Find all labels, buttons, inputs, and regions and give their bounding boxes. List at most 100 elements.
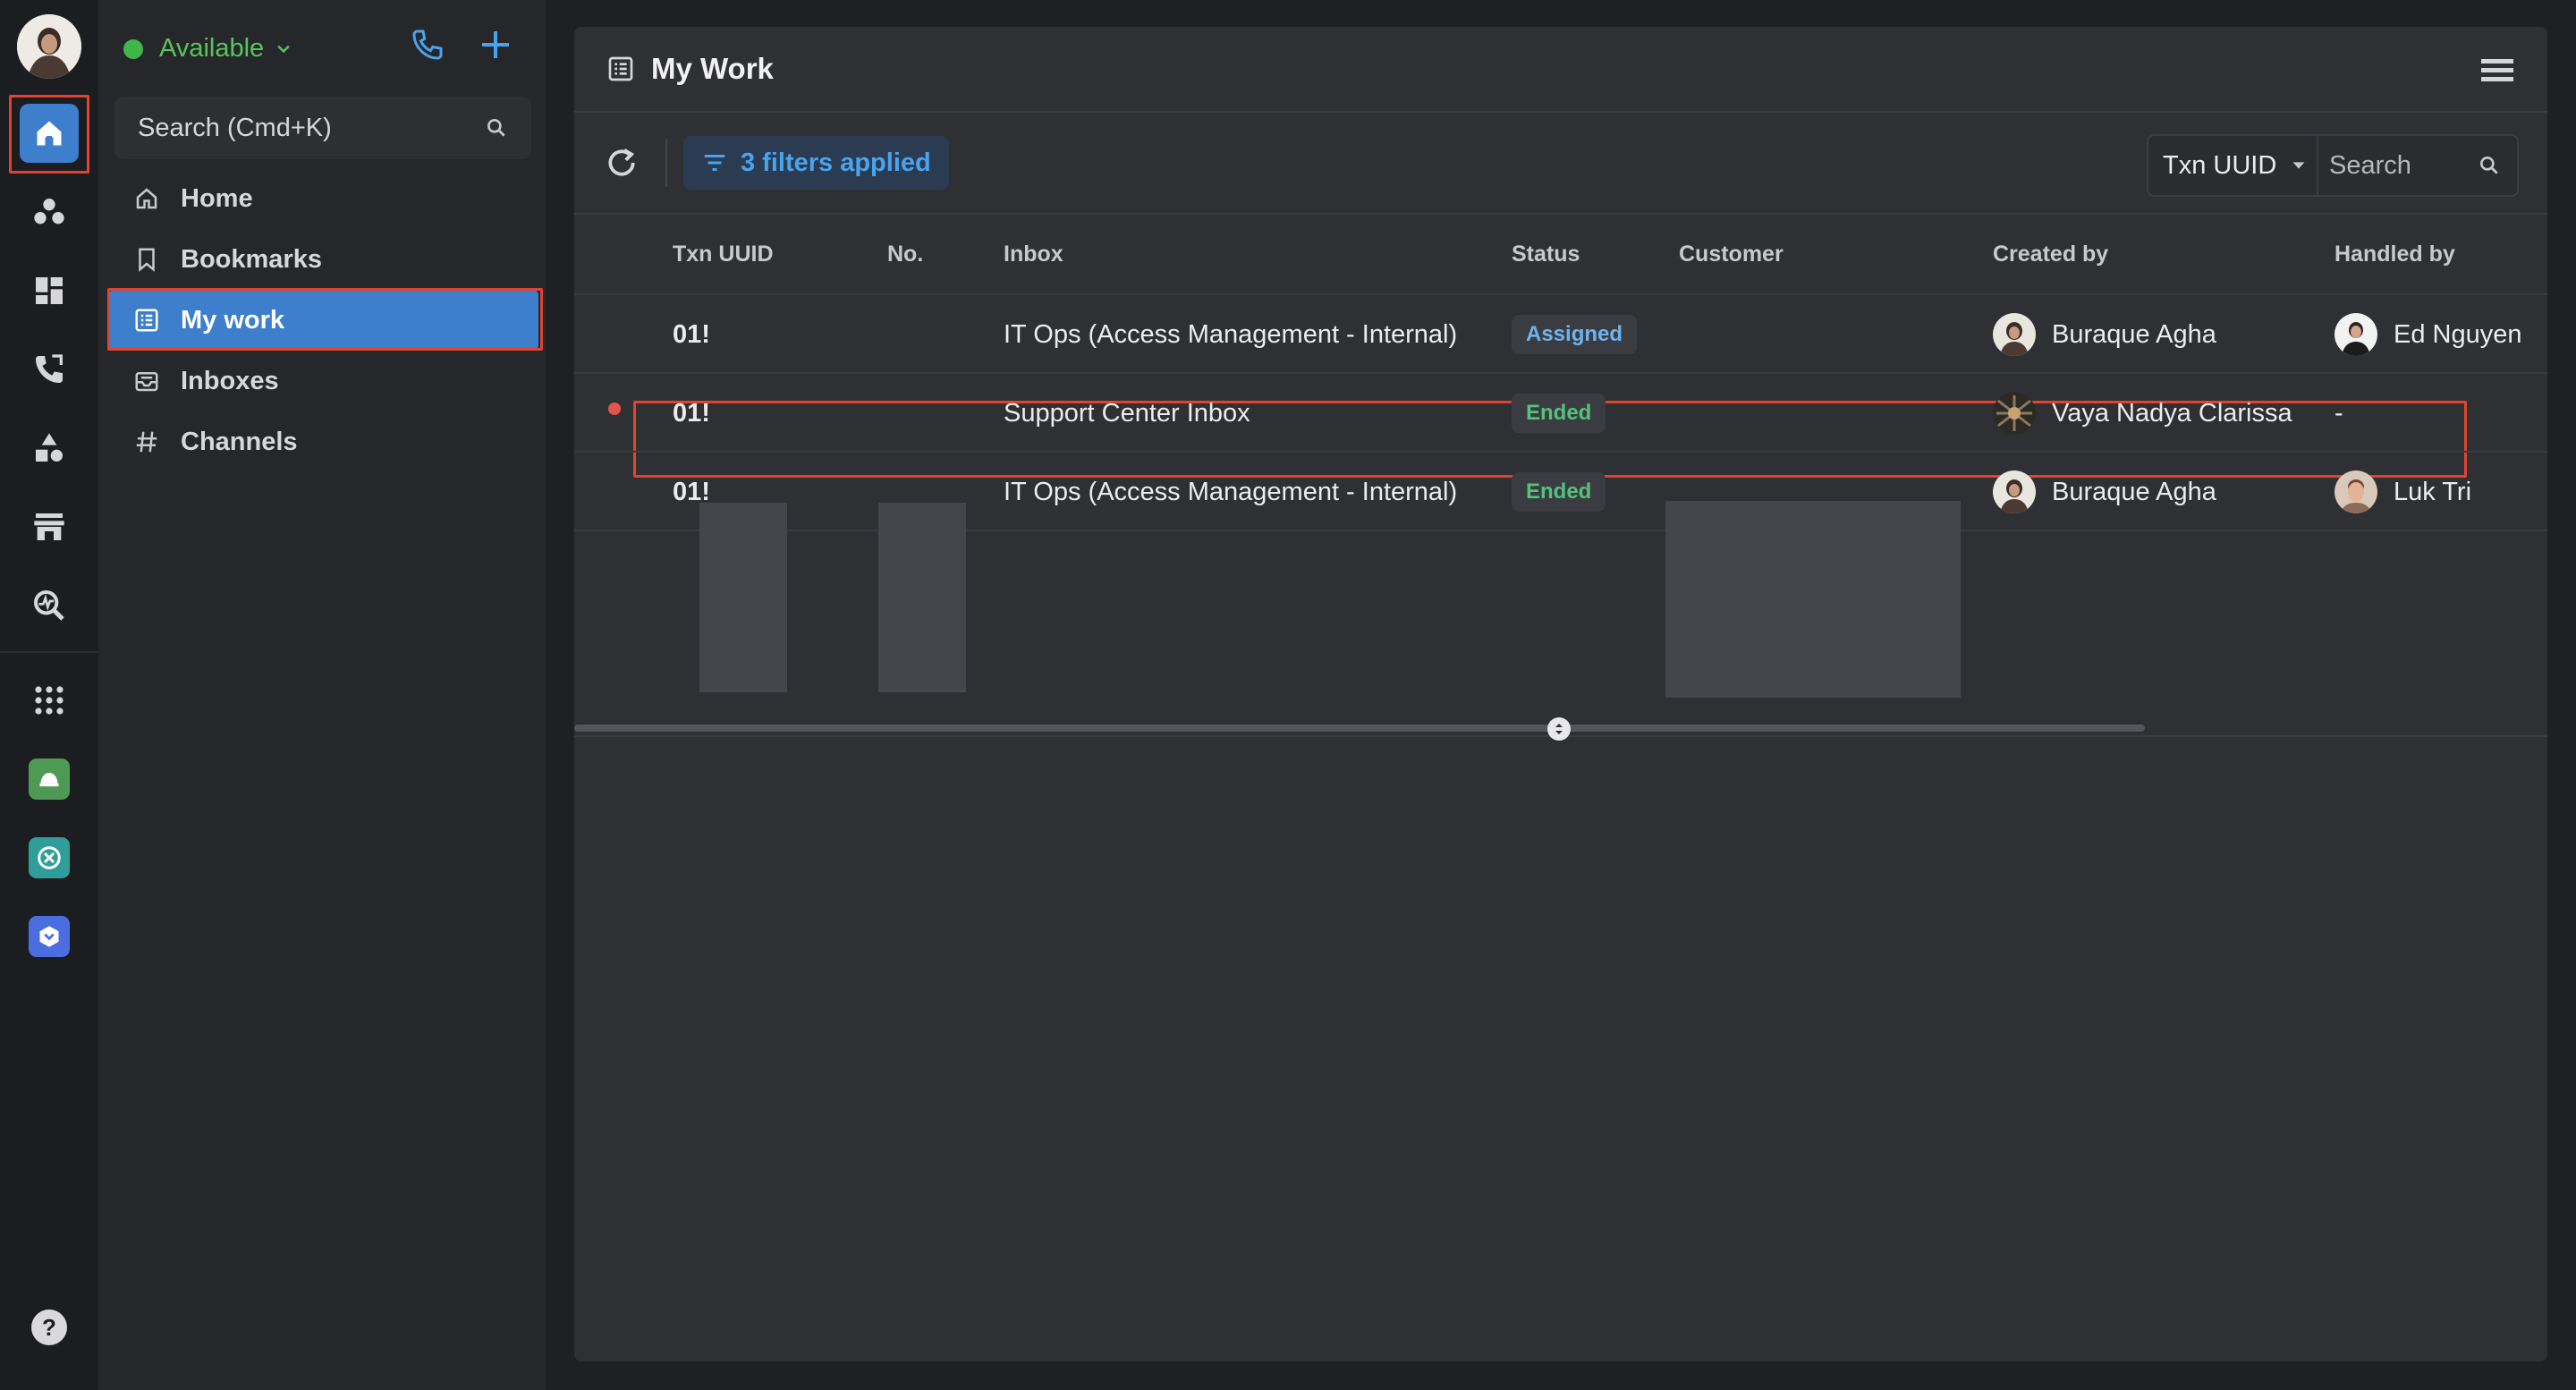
teal-app-icon — [38, 846, 61, 869]
table-header: Txn UUID No. Inbox Status Customer Creat… — [574, 215, 2547, 295]
sidebar-item-home[interactable]: Home — [109, 168, 538, 229]
phone-icon[interactable] — [410, 27, 445, 63]
filters-button[interactable]: 3 filters applied — [683, 136, 949, 190]
caret-down-icon — [2292, 162, 2305, 169]
teal-app-tile[interactable] — [29, 837, 70, 878]
sidebar-item-label: Inboxes — [181, 366, 279, 395]
search-icon — [2480, 157, 2498, 174]
sidebar-item-label: My work — [181, 305, 285, 335]
created-by-cell: Vaya Nadya Clarissa — [1993, 374, 2292, 453]
green-app-icon — [39, 773, 59, 787]
rail-store-button[interactable] — [20, 497, 79, 556]
status-dot — [123, 38, 143, 59]
availability-status[interactable]: Available — [123, 34, 292, 64]
rail-dashboard-button[interactable] — [20, 261, 79, 320]
txn-uuid-cell[interactable]: 01! — [673, 295, 710, 374]
filters-label: 3 filters applied — [741, 148, 931, 177]
horizontal-scrollbar[interactable] — [574, 725, 2145, 732]
redacted-number — [878, 503, 966, 692]
rail-apps-button[interactable] — [20, 671, 79, 730]
list-icon — [135, 309, 158, 332]
rail-analytics-button[interactable] — [20, 576, 79, 635]
column-header-customer[interactable]: Customer — [1679, 242, 1784, 267]
avatar — [1993, 470, 2036, 513]
created-by-cell: Buraque Agha — [1993, 453, 2216, 531]
page-title: My Work — [651, 52, 774, 85]
toolbar: 3 filters applied Txn UUID Search — [574, 113, 2547, 215]
resize-handle[interactable] — [1547, 717, 1571, 741]
column-header-txn-uuid[interactable]: Txn UUID — [673, 242, 774, 267]
contacts-icon — [34, 199, 64, 225]
app-rail: ? — [0, 0, 98, 1390]
txn-search-input[interactable]: Search — [2318, 151, 2517, 181]
inbox-icon — [135, 372, 158, 392]
table-row[interactable]: 01! IT Ops (Access Management - Internal… — [574, 453, 2547, 531]
column-header-handled-by[interactable]: Handled by — [2334, 242, 2455, 267]
home-outline-icon — [136, 188, 157, 209]
apps-grid-icon — [35, 686, 64, 715]
inbox-cell: IT Ops (Access Management - Internal) — [1004, 477, 1458, 506]
toolbar-divider — [665, 139, 667, 187]
search-placeholder: Search (Cmd+K) — [138, 113, 332, 142]
rail-contacts-button[interactable] — [20, 182, 79, 242]
inbox-cell: IT Ops (Access Management - Internal) — [1004, 319, 1458, 349]
txn-uuid-cell[interactable]: 01! — [673, 374, 710, 453]
refresh-icon[interactable] — [605, 146, 639, 180]
list-icon — [608, 56, 633, 81]
avatar — [2334, 313, 2377, 356]
sidebar-item-channels[interactable]: Channels — [109, 411, 538, 472]
bookmark-icon — [139, 248, 155, 272]
status-badge: Ended — [1512, 394, 1606, 433]
column-header-no[interactable]: No. — [887, 242, 923, 267]
hamburger-menu-icon[interactable] — [2479, 55, 2515, 86]
analytics-icon — [34, 590, 64, 621]
column-header-status[interactable]: Status — [1512, 242, 1580, 267]
help-button[interactable]: ? — [31, 1309, 67, 1345]
handled-by-name: Ed Nguyen — [2394, 319, 2522, 349]
column-header-inbox[interactable]: Inbox — [1004, 242, 1063, 267]
handled-by-cell: - — [2334, 374, 2343, 453]
created-by-cell: Buraque Agha — [1993, 295, 2216, 374]
main-panel: My Work 3 filters applied Txn UUID Searc… — [574, 27, 2547, 1361]
plus-icon[interactable] — [478, 27, 513, 63]
status-badge: Assigned — [1512, 315, 1638, 354]
sidebar: Available Search (Cmd+K) Home Bookmarks … — [98, 0, 546, 1390]
blue-app-icon — [39, 926, 59, 947]
redacted-customer — [1665, 501, 1961, 698]
created-by-name: Vaya Nadya Clarissa — [2052, 398, 2292, 428]
sidebar-item-bookmarks[interactable]: Bookmarks — [109, 229, 538, 290]
hash-icon — [136, 431, 157, 453]
resize-arrows-icon — [1555, 724, 1563, 734]
sidebar-search-input[interactable]: Search (Cmd+K) — [114, 97, 531, 159]
rail-shapes-button[interactable] — [20, 419, 79, 478]
rail-divider — [0, 651, 98, 653]
search-field-value: Txn UUID — [2163, 150, 2277, 180]
txn-search-box: Txn UUID Search — [2147, 134, 2519, 197]
created-by-name: Buraque Agha — [2052, 477, 2216, 506]
green-app-tile[interactable] — [29, 759, 70, 800]
column-header-created-by[interactable]: Created by — [1993, 242, 2108, 267]
shapes-icon — [36, 433, 63, 462]
rail-home-button[interactable] — [20, 104, 79, 163]
sidebar-item-label: Home — [181, 183, 253, 213]
sidebar-item-label: Bookmarks — [181, 244, 322, 274]
table-row[interactable]: 01! Support Center Inbox Ended Vaya Nady… — [574, 374, 2547, 453]
sidebar-item-my-work[interactable]: My work — [109, 290, 538, 351]
created-by-name: Buraque Agha — [2052, 319, 2216, 349]
sidebar-item-inboxes[interactable]: Inboxes — [109, 351, 538, 411]
avatar — [1993, 313, 2036, 356]
avatar — [1993, 392, 2036, 435]
sidebar-item-label: Channels — [181, 427, 298, 456]
handled-by-cell: Luk Tri — [2334, 453, 2471, 531]
user-avatar[interactable] — [17, 14, 81, 79]
rail-calls-button[interactable] — [20, 340, 79, 399]
blue-app-tile[interactable] — [29, 916, 70, 957]
sidebar-actions — [410, 27, 513, 63]
search-field-select[interactable]: Txn UUID — [2148, 136, 2318, 195]
store-icon — [34, 513, 64, 540]
table-row[interactable]: 01! IT Ops (Access Management - Internal… — [574, 295, 2547, 374]
dashboard-icon — [36, 277, 63, 304]
main-header: My Work — [574, 27, 2547, 113]
status-badge: Ended — [1512, 472, 1606, 512]
handled-by-cell: Ed Nguyen — [2334, 295, 2522, 374]
